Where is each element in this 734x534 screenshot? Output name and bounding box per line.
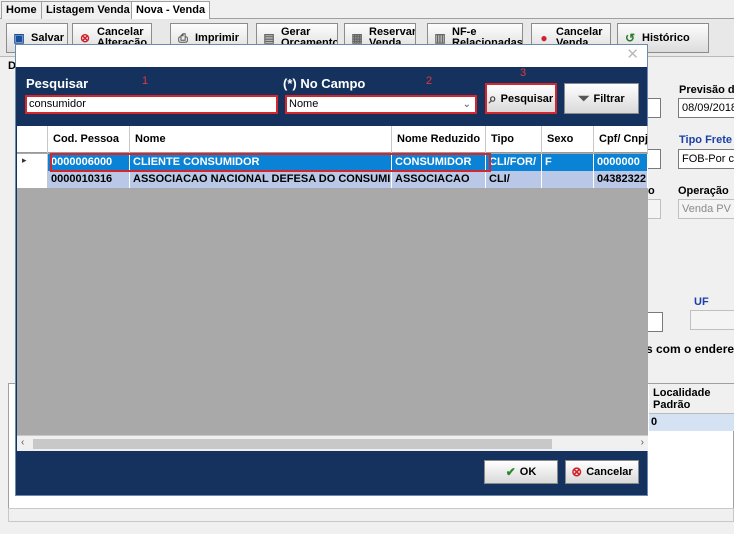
bg-field-stub-4[interactable] (647, 312, 663, 332)
col-nome-reduzido[interactable]: Nome Reduzido (392, 126, 486, 153)
history-label: Histórico (642, 31, 690, 44)
close-icon[interactable]: ✕ (626, 47, 639, 63)
ok-button[interactable]: ✔ OK (484, 460, 558, 484)
col-sexo[interactable]: Sexo (542, 126, 594, 153)
save-button-label: Salvar (31, 31, 65, 44)
dialog-title-bar: ✕ (16, 45, 647, 67)
grid-horizontal-scrollbar[interactable]: ‹ › (17, 435, 648, 451)
cell-reduzido[interactable]: CONSUMIDOR (392, 154, 486, 171)
cancel-button[interactable]: ⊗ Cancelar (565, 460, 639, 484)
field-select[interactable]: Nome ⌄ (285, 95, 477, 114)
annotation-2: 2 (426, 75, 433, 87)
table-row[interactable]: 0000010316 ASSOCIACAO NACIONAL DEFESA DO… (17, 171, 648, 188)
cancel-icon: ⊗ (571, 464, 583, 479)
cell-cpf[interactable]: 04382322 (594, 171, 648, 188)
cell-reduzido[interactable]: ASSOCIACAO (392, 171, 486, 188)
search-input[interactable]: consumidor (25, 95, 278, 114)
cell-tipo[interactable]: CLI/FOR/ (486, 154, 542, 171)
uf-select[interactable] (690, 310, 734, 330)
localidade-header: Localidade Padrão (653, 387, 711, 411)
search-label: Pesquisar (26, 76, 89, 91)
tab-home[interactable]: Home (1, 1, 42, 19)
filter-button-label: Filtrar (593, 92, 625, 105)
tab-nova-venda[interactable]: Nova - Venda (131, 1, 211, 20)
address-grid-header: Localidade Padrão (649, 384, 734, 414)
annotation-3: 3 (520, 67, 527, 79)
table-row[interactable]: ▸ 0000006000 CLIENTE CONSUMIDOR CONSUMID… (17, 154, 648, 171)
col-tipo[interactable]: Tipo (486, 126, 542, 153)
scroll-left-icon[interactable]: ‹ (21, 437, 24, 448)
col-cod-pessoa[interactable]: Cod. Pessoa (48, 126, 130, 153)
operacao-prefix: o (648, 185, 655, 197)
cancel-button-label: Cancelar (586, 466, 633, 478)
previsao-field[interactable]: 08/09/2018 (678, 98, 734, 118)
operacao-field: Venda PV (678, 199, 734, 219)
tab-bar: Home Listagem Venda Nova - Venda (0, 0, 734, 20)
filter-button[interactable]: ⏷ Filtrar (564, 83, 639, 114)
scroll-right-icon[interactable]: › (641, 437, 644, 448)
tipo-frete-field[interactable]: FOB-Por co (678, 149, 734, 169)
tab-listagem-venda[interactable]: Listagem Venda (41, 1, 135, 19)
results-grid-header: Cod. Pessoa Nome Nome Reduzido Tipo Sexo… (17, 126, 648, 153)
print-label: Imprimir (195, 31, 240, 44)
field-label: (*) No Campo (283, 76, 366, 91)
uf-label: UF (694, 296, 709, 308)
search-button[interactable]: ⌕ Pesquisar (485, 83, 557, 114)
col-nome[interactable]: Nome (130, 126, 392, 153)
bg-field-stub-2[interactable] (647, 149, 661, 169)
operacao-label: Operação (678, 185, 729, 197)
cell-cod[interactable]: 0000010316 (48, 171, 130, 188)
row-indicator: ▸ (17, 154, 48, 171)
row-indicator (17, 171, 48, 188)
tipo-frete-label: Tipo Frete (679, 134, 732, 146)
endereco-text: s com o endereço (646, 342, 734, 356)
annotation-1: 1 (142, 75, 149, 87)
cell-nome[interactable]: ASSOCIACAO NACIONAL DEFESA DO CONSUMIDOR (130, 171, 392, 188)
col-cpf-cnpj[interactable]: Cpf/ Cnpj (594, 126, 648, 153)
search-button-label: Pesquisar (500, 92, 554, 105)
confirm-icon: ✔ (505, 465, 516, 479)
chevron-down-icon: ⌄ (462, 99, 471, 110)
cell-sexo[interactable] (542, 171, 594, 188)
row-pointer-icon: ▸ (22, 155, 27, 165)
funnel-icon: ⏷ (578, 90, 590, 106)
localidade-cell: 0 (649, 414, 734, 431)
search-dialog: ✕ Pesquisar 1 consumidor (*) No Campo 2 … (15, 44, 648, 496)
cell-tipo[interactable]: CLI/ (486, 171, 542, 188)
ok-button-label: OK (519, 466, 537, 478)
bg-field-stub-1[interactable] (647, 98, 661, 118)
bg-horizontal-scrollbar[interactable] (8, 508, 734, 522)
results-grid: Cod. Pessoa Nome Nome Reduzido Tipo Sexo… (17, 126, 648, 451)
magnifier-icon: ⌕ (488, 90, 497, 106)
previsao-label: Previsão de (679, 84, 734, 96)
cell-cpf[interactable]: 0000000 (594, 154, 648, 171)
cell-nome[interactable]: CLIENTE CONSUMIDOR (130, 154, 392, 171)
scroll-thumb[interactable] (33, 439, 552, 449)
field-select-value: Nome (289, 98, 319, 110)
indicator-header (17, 126, 48, 153)
cell-cod[interactable]: 0000006000 (48, 154, 130, 171)
cell-sexo[interactable]: F (542, 154, 594, 171)
